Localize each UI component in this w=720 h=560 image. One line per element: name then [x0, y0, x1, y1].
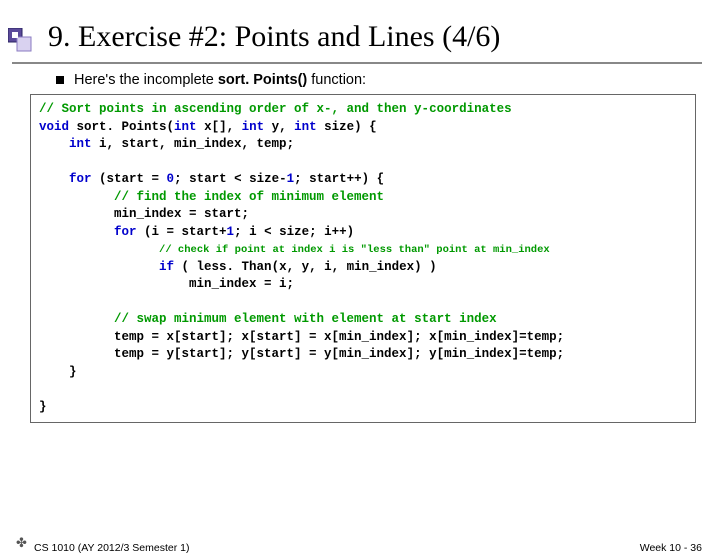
code-comment: // check if point at index i is "less th… [159, 244, 550, 256]
code-text: ; start < size- [174, 172, 287, 186]
code-text: (start = [92, 172, 167, 186]
intro-suffix: function: [307, 72, 366, 88]
code-kw: 1 [227, 225, 235, 239]
code-kw: if [159, 260, 174, 274]
intro-line: Here's the incomplete sort. Points() fun… [56, 72, 720, 88]
intro-bold: sort. Points() [218, 72, 307, 88]
footer-right: Week 10 - 36 [640, 542, 702, 554]
intro-prefix: Here's the incomplete [74, 72, 218, 88]
code-kw: void [39, 120, 69, 134]
code-kw: 0 [167, 172, 175, 186]
code-kw: for [114, 225, 137, 239]
slide-title: 9. Exercise #2: Points and Lines (4/6) [48, 20, 720, 54]
code-comment: // Sort points in ascending order of x-,… [39, 102, 512, 116]
code-comment: // swap minimum element with element at … [114, 312, 497, 326]
code-text: i, start, min_index, temp; [92, 137, 295, 151]
title-underline [12, 62, 702, 64]
code-text: temp = y[start]; y[start] = y[min_index]… [114, 347, 564, 361]
intro-text: Here's the incomplete sort. Points() fun… [74, 72, 366, 88]
code-kw: int [69, 137, 92, 151]
code-text: ( less. Than(x, y, i, min_index) ) [174, 260, 437, 274]
code-text: temp = x[start]; x[start] = x[min_index]… [114, 330, 564, 344]
cross-icon: ✤ [16, 535, 27, 551]
code-text: ; i < size; i++) [234, 225, 354, 239]
code-text: x[], [197, 120, 242, 134]
code-text: min_index = i; [189, 277, 294, 291]
code-text: (i = start+ [137, 225, 227, 239]
code-text: sort. Points( [69, 120, 174, 134]
code-text: min_index = start; [114, 207, 249, 221]
code-text: ; start++) { [294, 172, 384, 186]
footer-left: CS 1010 (AY 2012/3 Semester 1) [34, 542, 189, 554]
code-text: y, [264, 120, 294, 134]
slide-logo-icon [8, 28, 38, 58]
code-kw: int [242, 120, 265, 134]
code-text: size) { [317, 120, 377, 134]
bullet-icon [56, 76, 64, 84]
code-kw: int [294, 120, 317, 134]
code-block: // Sort points in ascending order of x-,… [30, 94, 696, 423]
code-kw: for [69, 172, 92, 186]
code-kw: int [174, 120, 197, 134]
code-text: } [69, 365, 77, 379]
code-text: } [39, 400, 47, 414]
code-comment: // find the index of minimum element [114, 190, 384, 204]
code-kw: 1 [287, 172, 295, 186]
